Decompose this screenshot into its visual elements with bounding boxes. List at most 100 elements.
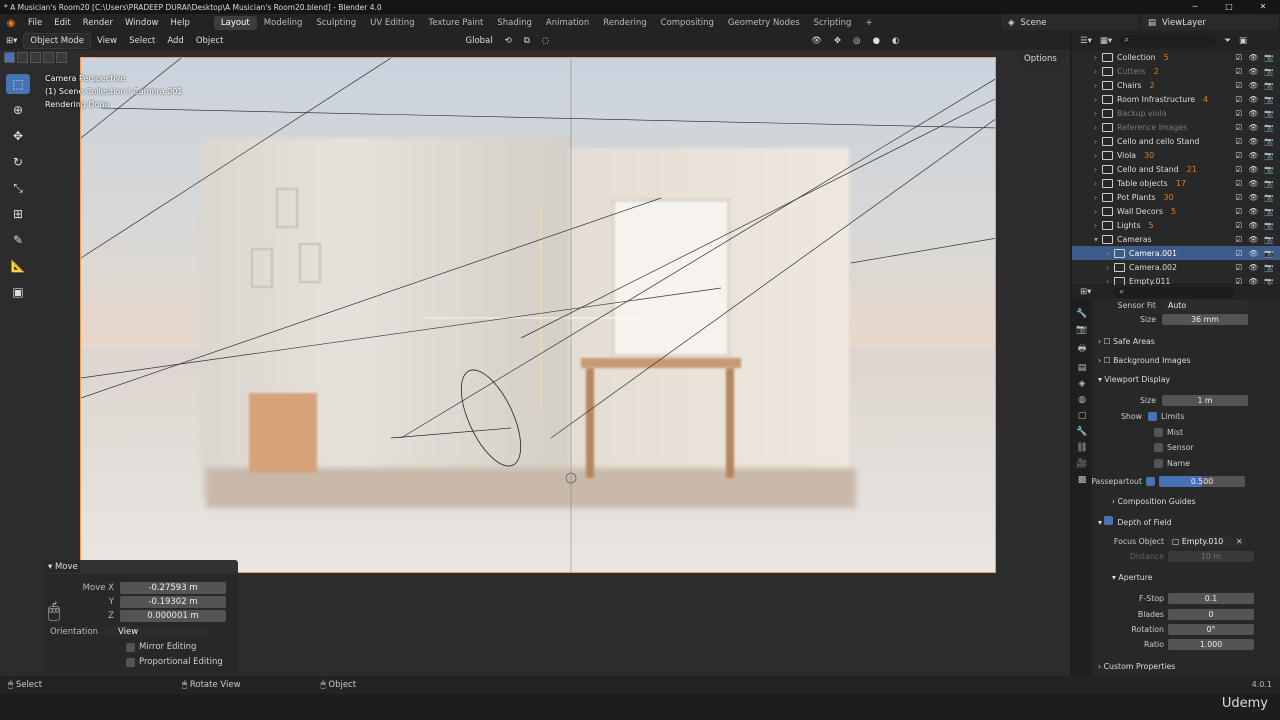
tab-shading[interactable]: Shading	[490, 16, 539, 30]
exclude-checkbox-icon[interactable]: ☑	[1235, 165, 1242, 174]
tab-geometry-nodes[interactable]: Geometry Nodes	[721, 16, 807, 30]
scale-tool-icon[interactable]: ⤡	[6, 178, 30, 198]
ratio-field[interactable]: 1.000	[1168, 639, 1254, 650]
properties-search-input[interactable]: ⌕	[1115, 286, 1236, 298]
exclude-checkbox-icon[interactable]: ☑	[1235, 109, 1242, 118]
render-camera-icon[interactable]: 📷	[1264, 193, 1274, 202]
render-camera-icon[interactable]: 📷	[1264, 109, 1274, 118]
new-collection-icon[interactable]: ▣	[1239, 36, 1247, 46]
outliner-item[interactable]: › Camera.002 ☑ 👁 📷	[1072, 260, 1280, 274]
depth-of-field-panel[interactable]: ▾ Depth of Field	[1098, 516, 1172, 527]
exclude-checkbox-icon[interactable]: ☑	[1235, 249, 1242, 258]
move-z-field[interactable]: 0.000001 m	[120, 610, 226, 622]
outliner-item[interactable]: › Viola 30 ☑ 👁 📷	[1072, 148, 1280, 162]
expand-arrow-icon[interactable]: ›	[1094, 165, 1102, 174]
rotation-field[interactable]: 0°	[1168, 624, 1254, 635]
transform-tool-icon[interactable]: ⊞	[6, 204, 30, 224]
render-camera-icon[interactable]: 📷	[1264, 249, 1274, 258]
exclude-checkbox-icon[interactable]: ☑	[1235, 95, 1242, 104]
render-camera-icon[interactable]: 📷	[1264, 207, 1274, 216]
menu-view[interactable]: View	[91, 34, 123, 48]
render-camera-icon[interactable]: 📷	[1264, 165, 1274, 174]
outliner-item[interactable]: › Cello and Stand 21 ☑ 👁 📷	[1072, 162, 1280, 176]
exclude-checkbox-icon[interactable]: ☑	[1235, 263, 1242, 272]
render-camera-icon[interactable]: 📷	[1264, 53, 1274, 62]
expand-arrow-icon[interactable]: ›	[1094, 95, 1102, 104]
sensor-fit-dropdown[interactable]: Auto	[1162, 300, 1248, 311]
measure-tool-icon[interactable]: 📐	[6, 256, 30, 276]
focus-object-field[interactable]: ▢ Empty.010	[1168, 536, 1246, 547]
expand-arrow-icon[interactable]: ›	[1094, 123, 1102, 132]
tab-sculpting[interactable]: Sculpting	[309, 16, 363, 30]
exclude-checkbox-icon[interactable]: ☑	[1235, 179, 1242, 188]
select-new-icon[interactable]	[4, 52, 15, 63]
tab-compositing[interactable]: Compositing	[654, 16, 721, 30]
outliner-item[interactable]: › Wall Decors 5 ☑ 👁 📷	[1072, 204, 1280, 218]
menu-select[interactable]: Select	[123, 34, 161, 48]
render-camera-icon[interactable]: 📷	[1264, 95, 1274, 104]
eye-icon[interactable]: 👁	[1248, 263, 1258, 272]
menu-window[interactable]: Window	[119, 18, 165, 28]
properties-editor-icon[interactable]: ⊞▾	[1080, 287, 1091, 297]
eye-icon[interactable]: 👁	[1248, 137, 1258, 146]
tab-animation[interactable]: Animation	[539, 16, 596, 30]
outliner-item[interactable]: › Reference Images ☑ 👁 📷	[1072, 120, 1280, 134]
proportional-edit-icon[interactable]: ◌	[536, 34, 555, 48]
exclude-checkbox-icon[interactable]: ☑	[1235, 53, 1242, 62]
snap-icon[interactable]: ⧉	[518, 34, 536, 48]
exclude-checkbox-icon[interactable]: ☑	[1235, 221, 1242, 230]
expand-arrow-icon[interactable]: ▾	[1094, 235, 1102, 244]
passepartout-slider[interactable]: 0.500	[1159, 476, 1245, 487]
outliner-editor-icon[interactable]: ☰▾	[1080, 36, 1092, 46]
expand-arrow-icon[interactable]: ›	[1106, 249, 1114, 258]
visibility-icon[interactable]: 👁	[805, 34, 828, 48]
object-tab-icon[interactable]: ▢	[1078, 411, 1087, 421]
gizmo-icon[interactable]: ✥	[828, 34, 847, 48]
texture-tab-icon[interactable]: ▩	[1078, 475, 1087, 485]
scene-selector[interactable]: ◈ Scene	[1002, 15, 1138, 30]
name-checkbox[interactable]	[1154, 459, 1163, 468]
select-box-tool-icon[interactable]: ⬚	[6, 74, 30, 94]
eye-icon[interactable]: 👁	[1248, 235, 1258, 244]
render-camera-icon[interactable]: 📷	[1264, 67, 1274, 76]
modifier-tab-icon[interactable]: 🔧	[1076, 427, 1087, 437]
expand-arrow-icon[interactable]: ›	[1106, 263, 1114, 272]
render-camera-icon[interactable]: 📷	[1264, 263, 1274, 272]
outliner-item[interactable]: › Cello and cello Stand ☑ 👁 📷	[1072, 134, 1280, 148]
transform-orientation-dropdown[interactable]: Global	[460, 34, 499, 48]
menu-edit[interactable]: Edit	[48, 18, 76, 28]
exclude-checkbox-icon[interactable]: ☑	[1235, 193, 1242, 202]
shading-solid-icon[interactable]: ●	[867, 34, 886, 48]
close-button[interactable]: ✕	[1246, 0, 1280, 14]
proportional-editing-checkbox[interactable]	[126, 657, 135, 667]
menu-render[interactable]: Render	[77, 18, 119, 28]
minimize-button[interactable]: ─	[1178, 0, 1212, 14]
exclude-checkbox-icon[interactable]: ☑	[1235, 235, 1242, 244]
view-layer-tab-icon[interactable]: ▤	[1078, 363, 1087, 373]
blades-field[interactable]: 0	[1168, 609, 1254, 620]
select-extend-icon[interactable]	[17, 52, 28, 63]
outliner-item[interactable]: › Pot Plants 30 ☑ 👁 📷	[1072, 190, 1280, 204]
eye-icon[interactable]: 👁	[1248, 193, 1258, 202]
select-intersect-icon[interactable]	[56, 52, 67, 63]
pivot-icon[interactable]: ⟲	[499, 34, 518, 48]
select-invert-icon[interactable]	[43, 52, 54, 63]
add-workspace-button[interactable]: +	[858, 16, 879, 30]
exclude-checkbox-icon[interactable]: ☑	[1235, 137, 1242, 146]
exclude-checkbox-icon[interactable]: ☑	[1235, 81, 1242, 90]
render-camera-icon[interactable]: 📷	[1264, 221, 1274, 230]
menu-object[interactable]: Object	[190, 34, 230, 48]
viewport-display-panel[interactable]: ▾ Viewport Display	[1098, 375, 1170, 384]
annotate-tool-icon[interactable]: ✎	[6, 230, 30, 250]
tab-layout[interactable]: Layout	[213, 16, 257, 30]
collapse-icon[interactable]: ▾	[48, 562, 55, 572]
tool-tab-icon[interactable]: 🔧	[1076, 309, 1087, 319]
cursor-tool-icon[interactable]: ⊕	[6, 100, 30, 120]
background-images-panel[interactable]: › ☐ Background Images	[1098, 356, 1191, 365]
filter-icon[interactable]: ⏷	[1224, 36, 1231, 46]
blender-logo-icon[interactable]: ◉	[0, 18, 22, 29]
eye-icon[interactable]: 👁	[1248, 123, 1258, 132]
sensor-checkbox[interactable]	[1154, 443, 1163, 452]
custom-properties-panel[interactable]: › Custom Properties	[1098, 662, 1175, 671]
tab-scripting[interactable]: Scripting	[807, 16, 859, 30]
